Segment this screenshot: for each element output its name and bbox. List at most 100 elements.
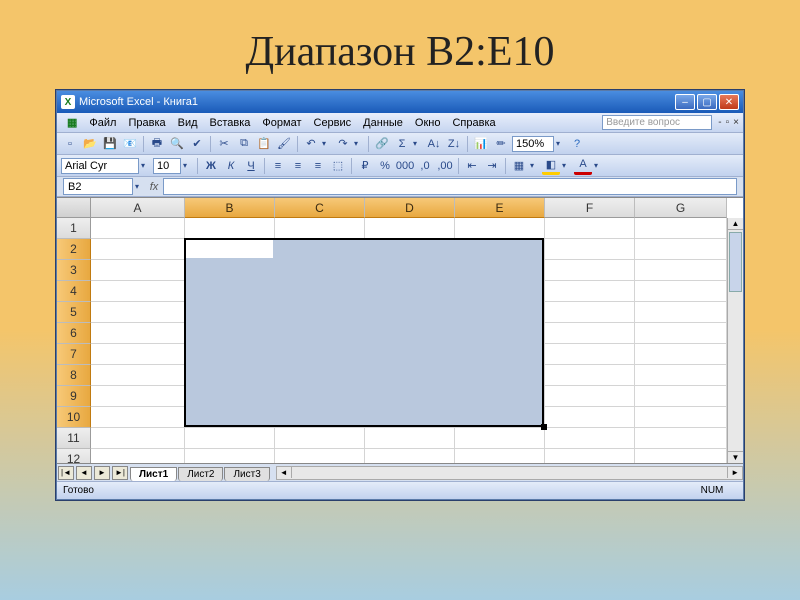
cell-F2[interactable]: [545, 239, 635, 260]
new-icon[interactable]: ▫: [61, 135, 79, 153]
dec-decimal-icon[interactable]: ,00: [436, 157, 454, 175]
cell-F9[interactable]: [545, 386, 635, 407]
cell-F11[interactable]: [545, 428, 635, 449]
help-search-input[interactable]: Введите вопрос: [602, 115, 712, 130]
zoom-dropdown[interactable]: ▾: [556, 139, 566, 148]
sort-asc-icon[interactable]: A↓: [425, 135, 443, 153]
row-header-12[interactable]: 12: [57, 449, 91, 463]
inc-decimal-icon[interactable]: ,0: [416, 157, 434, 175]
autosum-dropdown[interactable]: ▾: [413, 139, 423, 148]
font-selector[interactable]: Arial Cyr: [61, 158, 139, 174]
cell-E12[interactable]: [455, 449, 545, 463]
save-icon[interactable]: 💾: [101, 135, 119, 153]
help-icon[interactable]: ?: [568, 135, 586, 153]
cell-A7[interactable]: [91, 344, 185, 365]
cell-G10[interactable]: [635, 407, 727, 428]
cell-G3[interactable]: [635, 260, 727, 281]
cell-G2[interactable]: [635, 239, 727, 260]
menu-data[interactable]: Данные: [357, 115, 409, 131]
print-icon[interactable]: 🖶: [148, 135, 166, 153]
horizontal-scrollbar[interactable]: [276, 466, 743, 480]
font-color-icon[interactable]: A: [574, 157, 592, 175]
column-header-B[interactable]: B: [185, 198, 275, 218]
column-header-C[interactable]: C: [275, 198, 365, 218]
maximize-button[interactable]: ▢: [697, 94, 717, 110]
sort-desc-icon[interactable]: Z↓: [445, 135, 463, 153]
row-header-3[interactable]: 3: [57, 260, 91, 281]
close-button[interactable]: ✕: [719, 94, 739, 110]
cell-B1[interactable]: [185, 218, 275, 239]
cell-A6[interactable]: [91, 323, 185, 344]
spell-icon[interactable]: ✔: [188, 135, 206, 153]
hyperlink-icon[interactable]: 🔗: [373, 135, 391, 153]
cell-F1[interactable]: [545, 218, 635, 239]
cell-G4[interactable]: [635, 281, 727, 302]
menu-view[interactable]: Вид: [172, 115, 204, 131]
underline-icon[interactable]: Ч: [242, 157, 260, 175]
cell-F10[interactable]: [545, 407, 635, 428]
preview-icon[interactable]: 🔍: [168, 135, 186, 153]
row-header-2[interactable]: 2: [57, 239, 91, 260]
align-center-icon[interactable]: ≡: [289, 157, 307, 175]
fx-icon[interactable]: fx: [145, 181, 163, 193]
cell-E11[interactable]: [455, 428, 545, 449]
autosum-icon[interactable]: Σ: [393, 135, 411, 153]
menu-edit[interactable]: Правка: [122, 115, 171, 131]
vertical-scrollbar[interactable]: [727, 218, 743, 463]
redo-icon[interactable]: ↷: [334, 135, 352, 153]
select-all-corner[interactable]: [57, 198, 91, 218]
cell-C1[interactable]: [275, 218, 365, 239]
font-dropdown[interactable]: ▾: [141, 161, 151, 170]
grid-area[interactable]: ABCDEFG 123456789101112: [57, 197, 743, 463]
fontcolor-dropdown[interactable]: ▾: [594, 161, 604, 170]
currency-icon[interactable]: ₽: [356, 157, 374, 175]
row-header-10[interactable]: 10: [57, 407, 91, 428]
sheet-tab-3[interactable]: Лист3: [224, 467, 269, 481]
chart-icon[interactable]: 📊: [472, 135, 490, 153]
copy-icon[interactable]: ⧉: [235, 135, 253, 153]
cell-E1[interactable]: [455, 218, 545, 239]
dec-indent-icon[interactable]: ⇤: [463, 157, 481, 175]
row-header-5[interactable]: 5: [57, 302, 91, 323]
comma-icon[interactable]: 000: [396, 157, 414, 175]
column-header-G[interactable]: G: [635, 198, 727, 218]
formula-input[interactable]: [163, 178, 737, 195]
format-painter-icon[interactable]: 🖌: [275, 135, 293, 153]
align-left-icon[interactable]: ≡: [269, 157, 287, 175]
undo-icon[interactable]: ↶: [302, 135, 320, 153]
menu-insert[interactable]: Вставка: [204, 115, 257, 131]
minimize-button[interactable]: –: [675, 94, 695, 110]
name-box[interactable]: B2: [63, 178, 133, 195]
cell-G9[interactable]: [635, 386, 727, 407]
row-header-11[interactable]: 11: [57, 428, 91, 449]
percent-icon[interactable]: %: [376, 157, 394, 175]
doc-max-icon[interactable]: ▫: [726, 117, 730, 128]
active-cell[interactable]: [186, 240, 273, 258]
tab-nav-last-icon[interactable]: ►|: [112, 466, 128, 480]
cell-C12[interactable]: [275, 449, 365, 463]
column-header-D[interactable]: D: [365, 198, 455, 218]
cell-F7[interactable]: [545, 344, 635, 365]
cell-D12[interactable]: [365, 449, 455, 463]
tab-nav-prev-icon[interactable]: ◄: [76, 466, 92, 480]
cell-G1[interactable]: [635, 218, 727, 239]
merge-icon[interactable]: ⬚: [329, 157, 347, 175]
row-header-7[interactable]: 7: [57, 344, 91, 365]
menu-help[interactable]: Справка: [446, 115, 501, 131]
menu-window[interactable]: Окно: [409, 115, 447, 131]
cell-A12[interactable]: [91, 449, 185, 463]
doc-close-icon[interactable]: ×: [733, 117, 739, 128]
italic-icon[interactable]: К: [222, 157, 240, 175]
sheet-tab-2[interactable]: Лист2: [178, 467, 223, 481]
column-header-F[interactable]: F: [545, 198, 635, 218]
cell-D11[interactable]: [365, 428, 455, 449]
cell-F5[interactable]: [545, 302, 635, 323]
bold-icon[interactable]: Ж: [202, 157, 220, 175]
cell-F4[interactable]: [545, 281, 635, 302]
cell-F12[interactable]: [545, 449, 635, 463]
paste-icon[interactable]: 📋: [255, 135, 273, 153]
font-size-selector[interactable]: 10: [153, 158, 181, 174]
row-header-4[interactable]: 4: [57, 281, 91, 302]
borders-dropdown[interactable]: ▾: [530, 161, 540, 170]
cell-F6[interactable]: [545, 323, 635, 344]
